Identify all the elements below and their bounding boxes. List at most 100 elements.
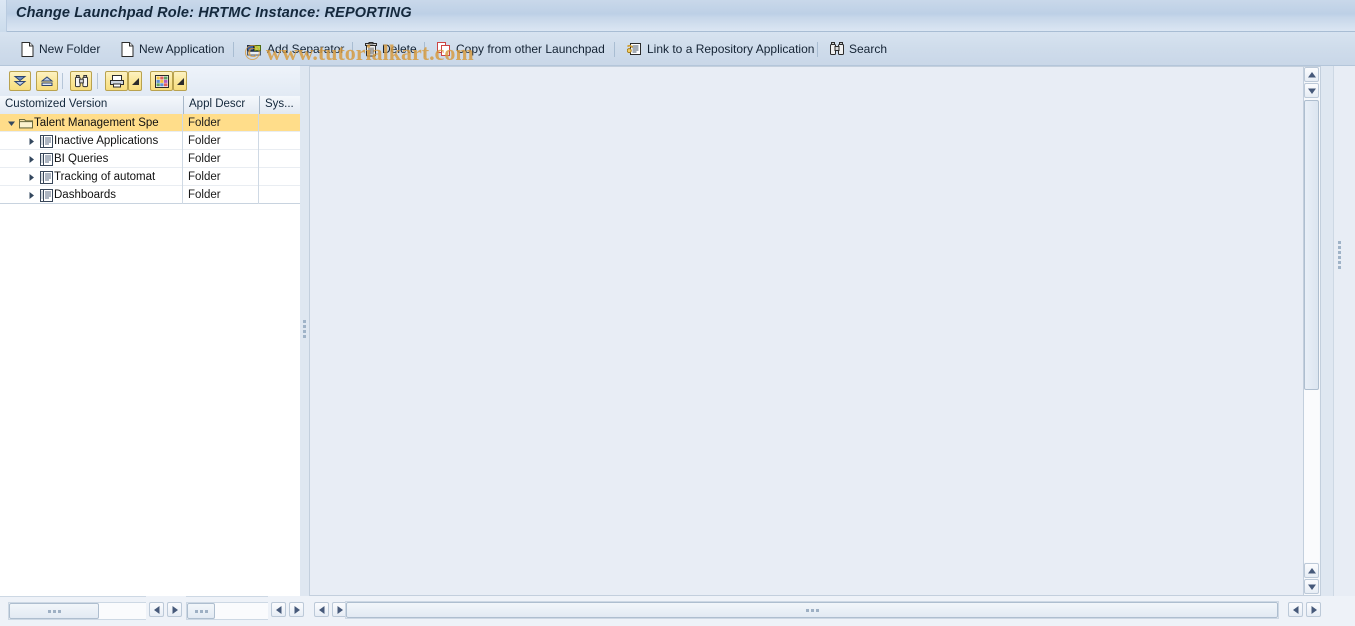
table-row[interactable]: Talent Management Spe Folder (0, 114, 306, 132)
scroll-up-button[interactable] (1304, 67, 1319, 82)
tree-rows: Talent Management Spe Folder Inactive Ap… (0, 114, 306, 596)
new-application-label: New Application (139, 42, 225, 56)
search-button[interactable]: Search (823, 36, 894, 62)
add-separator-button[interactable]: Add Separator (240, 36, 351, 62)
copy-from-other-launchpad-label: Copy from other Launchpad (456, 42, 605, 56)
window-right-gutter (1333, 66, 1355, 596)
tree-node-label: Talent Management Spe (34, 117, 159, 129)
thumb-grip (805, 608, 819, 612)
triangle-up-icon (1307, 71, 1316, 78)
scroll-thumb[interactable] (1304, 100, 1319, 390)
copy-from-other-launchpad-button[interactable]: Copy from other Launchpad (430, 36, 612, 62)
link-list-icon (626, 42, 642, 56)
document-list-icon (38, 150, 54, 168)
table-row[interactable]: Dashboards Folder (0, 186, 306, 204)
tree-node-cell[interactable]: BI Queries (0, 150, 183, 168)
cell-appl-descr: Folder (184, 132, 259, 150)
detail-horizontal-scrollbar[interactable] (345, 596, 1281, 626)
new-application-button[interactable]: New Application (114, 36, 231, 62)
layout-button[interactable] (150, 71, 173, 91)
scroll-left-button[interactable] (1288, 602, 1303, 617)
scroll-right-button[interactable] (289, 602, 304, 617)
cell-appl-descr: Folder (184, 150, 259, 168)
twisty-collapsed-icon[interactable] (24, 168, 38, 186)
twisty-collapsed-icon[interactable] (24, 186, 38, 204)
triangle-left-icon (153, 605, 160, 614)
mid-scroll-arrows (268, 596, 308, 626)
search-label: Search (849, 42, 888, 56)
scroll-thumb[interactable] (187, 603, 215, 619)
print-button[interactable] (105, 71, 128, 91)
folder-open-icon (18, 114, 34, 132)
triangle-down-icon (1307, 88, 1316, 94)
column-header-customized-version[interactable]: Customized Version (0, 96, 184, 114)
tree-node-cell[interactable]: Tracking of automat (0, 168, 183, 186)
add-separator-label: Add Separator (267, 42, 345, 56)
toolbar-separator (614, 42, 615, 57)
detail-panel (309, 66, 1321, 596)
document-list-icon (38, 168, 54, 186)
tree-toolbar-separator (62, 73, 63, 89)
scroll-down-button-bottom[interactable] (1304, 579, 1319, 594)
scroll-thumb[interactable] (346, 602, 1278, 618)
chevron-down-icon (176, 77, 184, 85)
layout-grid-icon (154, 74, 169, 88)
tree-panel: Customized Version Appl Descr Sys... Tal… (0, 66, 306, 596)
bottom-scroll-area (0, 596, 1355, 626)
table-row[interactable]: Tracking of automat Folder (0, 168, 306, 186)
table-row[interactable]: BI Queries Folder (0, 150, 306, 168)
scroll-right-button[interactable] (167, 602, 182, 617)
tree-node-cell[interactable]: Talent Management Spe (0, 114, 183, 132)
toolbar-separator (424, 42, 425, 57)
twisty-expanded-icon[interactable] (4, 114, 18, 132)
tree-node-label: Tracking of automat (54, 171, 156, 183)
table-row[interactable]: Inactive Applications Folder (0, 132, 306, 150)
triangle-left-icon (275, 605, 282, 614)
tree-toolbar (0, 66, 306, 96)
function-toolbar: New Folder New Application Add Separator (0, 32, 1355, 66)
detail-scroll-arrows-left (309, 596, 349, 626)
triangle-right-icon (172, 605, 178, 614)
delete-label: Delete (382, 42, 417, 56)
tree-node-cell[interactable]: Inactive Applications (0, 132, 183, 150)
thumb-grip (194, 609, 208, 613)
document-list-icon (38, 186, 54, 204)
vertical-splitter[interactable] (300, 66, 309, 596)
scroll-left-button[interactable] (271, 602, 286, 617)
column-header-appl-descr[interactable]: Appl Descr (184, 96, 260, 114)
chevron-down-icon (131, 77, 139, 85)
find-button[interactable] (70, 71, 92, 91)
layout-dropdown-button[interactable] (173, 71, 187, 91)
cell-appl-descr: Folder (184, 186, 259, 204)
tree-node-label: Inactive Applications (54, 135, 159, 147)
scroll-down-button[interactable] (1304, 83, 1319, 98)
window-title-bar: Change Launchpad Role: HRTMC Instance: R… (0, 0, 1355, 32)
tree-column-header-row: Customized Version Appl Descr Sys... (0, 96, 306, 114)
toolbar-separator (817, 42, 818, 57)
collapse-all-icon (40, 75, 54, 88)
collapse-all-button[interactable] (36, 71, 58, 91)
toolbar-separator (233, 42, 234, 57)
print-dropdown-button[interactable] (128, 71, 142, 91)
expand-all-button[interactable] (9, 71, 31, 91)
print-icon (109, 74, 124, 88)
link-to-repository-application-button[interactable]: Link to a Repository Application (620, 36, 821, 62)
scroll-right-button[interactable] (1306, 602, 1321, 617)
twisty-collapsed-icon[interactable] (24, 132, 38, 150)
scroll-left-button[interactable] (314, 602, 329, 617)
horizontal-splitter-grip[interactable] (1338, 241, 1347, 269)
tree-node-cell[interactable]: Dashboards (0, 186, 183, 204)
twisty-collapsed-icon[interactable] (24, 150, 38, 168)
scroll-left-button[interactable] (149, 602, 164, 617)
binoculars-icon (74, 74, 88, 88)
scroll-up-button-bottom[interactable] (1304, 563, 1319, 578)
scroll-thumb[interactable] (9, 603, 99, 619)
detail-vertical-scrollbar[interactable] (1303, 67, 1320, 595)
delete-button[interactable]: Delete (358, 36, 424, 62)
triangle-right-icon (294, 605, 300, 614)
page-icon (21, 41, 34, 57)
new-folder-button[interactable]: New Folder (14, 36, 107, 62)
page-icon (121, 41, 134, 57)
new-folder-label: New Folder (39, 42, 101, 56)
cell-appl-descr: Folder (184, 168, 259, 186)
